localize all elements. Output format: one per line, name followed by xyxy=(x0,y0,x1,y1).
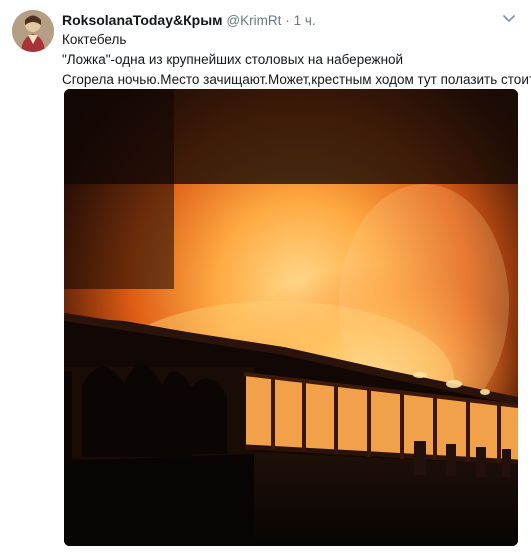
tweet-text-line-3: Сгорела ночью.Место зачищают.Может,крест… xyxy=(62,72,531,87)
tweet-text-line-1: Коктебель xyxy=(62,32,127,47)
tweet-text-line-2: "Ложка"-одна из крупнейших столовых на н… xyxy=(62,52,404,67)
tweet-content: RoksolanaToday&Крым @KrimRt · 1 ч. Кокте… xyxy=(62,10,531,90)
chevron-down-icon[interactable] xyxy=(501,12,517,26)
avatar[interactable] xyxy=(12,10,54,52)
separator-dot: · xyxy=(285,13,290,28)
timestamp[interactable]: 1 ч. xyxy=(294,13,316,28)
display-name[interactable]: RoksolanaToday&Крым xyxy=(62,12,223,28)
tweet-header: RoksolanaToday&Крым @KrimRt · 1 ч. xyxy=(62,10,517,30)
tweet-photo[interactable] xyxy=(64,89,518,546)
username[interactable]: @KrimRt xyxy=(226,13,281,28)
tweet: RoksolanaToday&Крым @KrimRt · 1 ч. Кокте… xyxy=(0,0,531,553)
